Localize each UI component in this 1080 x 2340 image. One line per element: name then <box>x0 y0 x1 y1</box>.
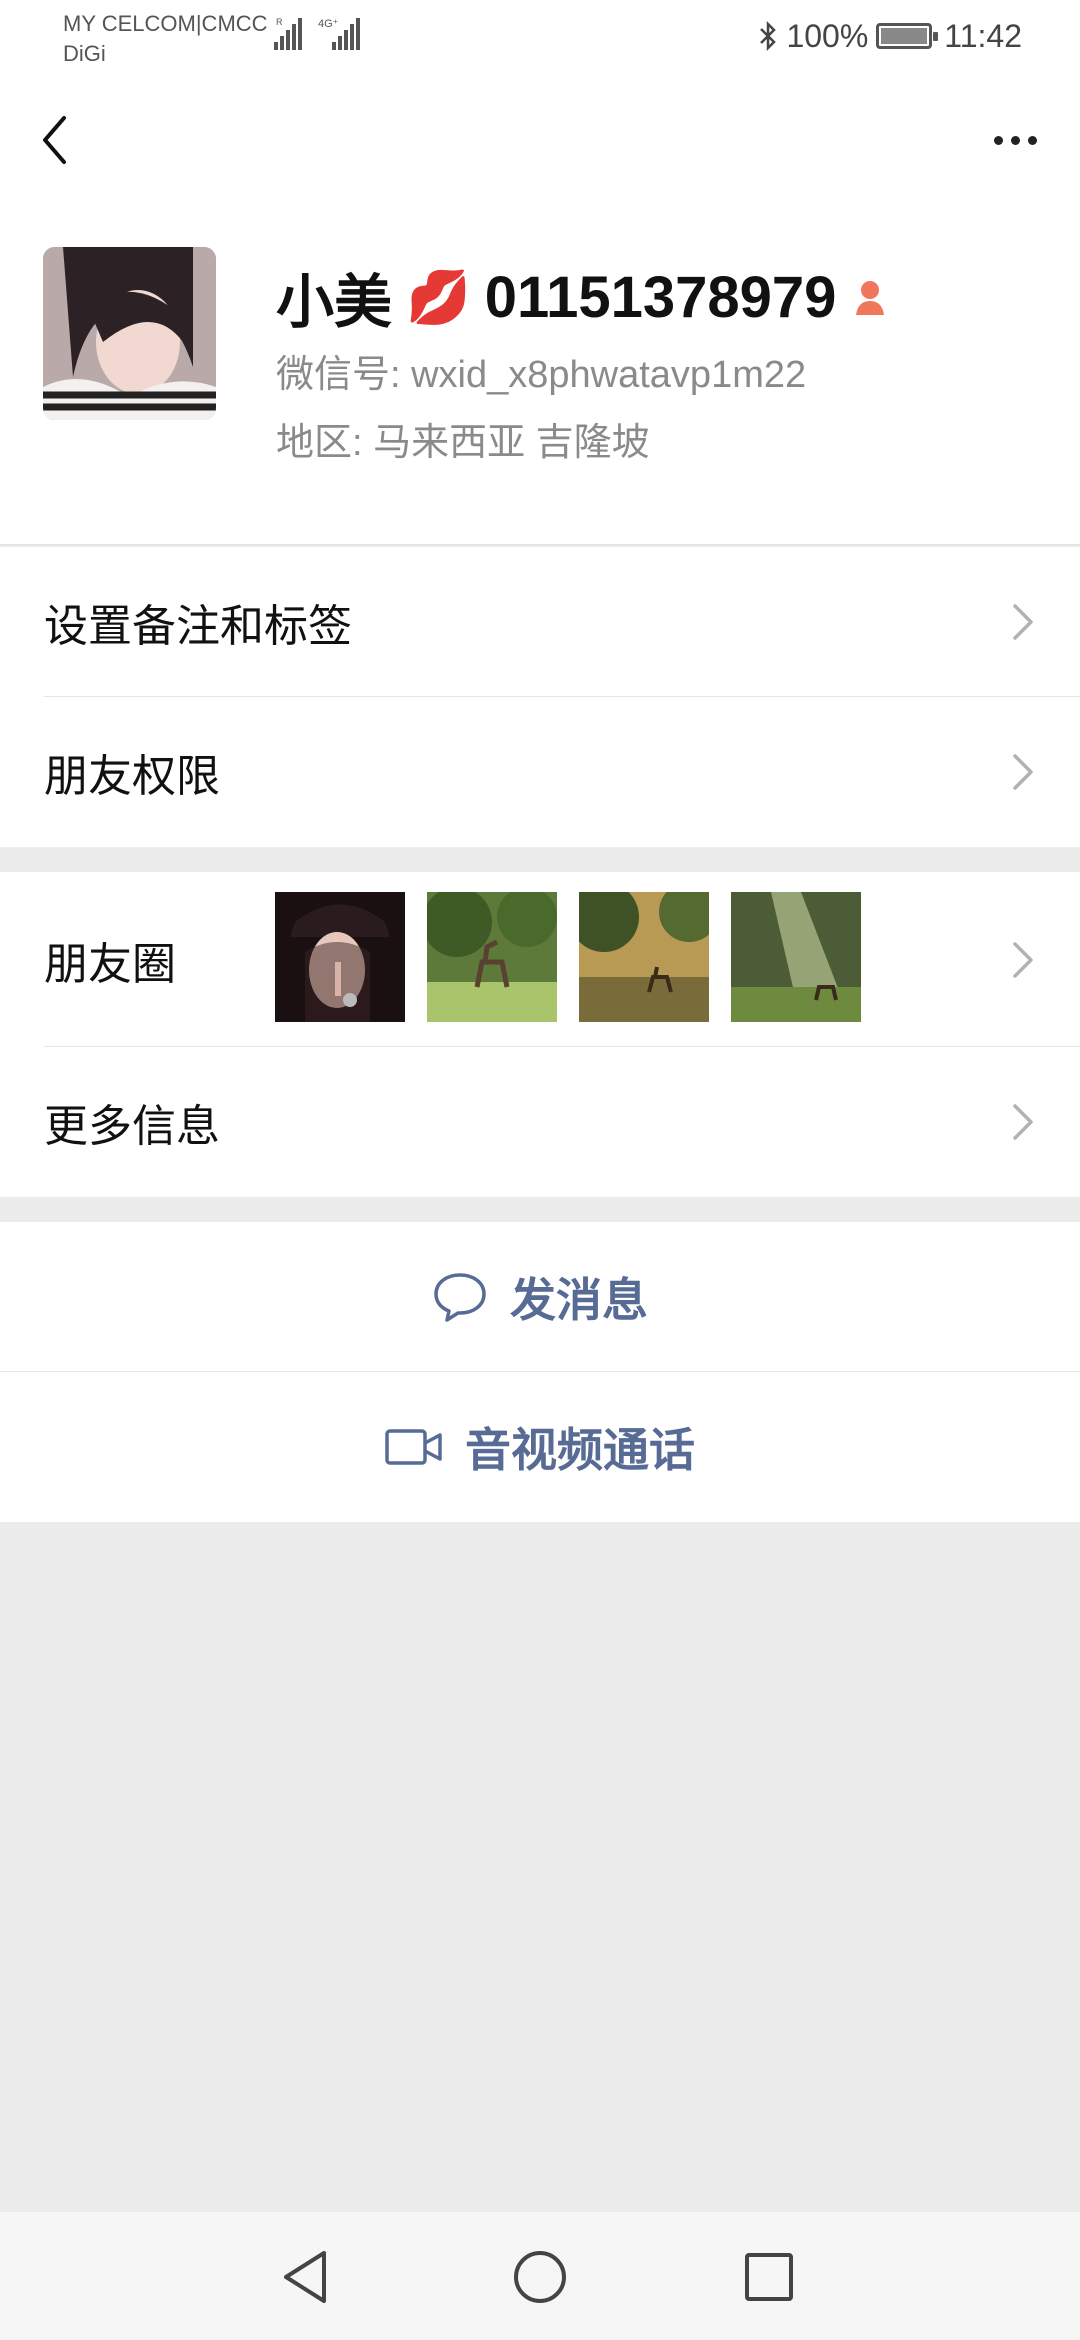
top-nav <box>0 75 1080 215</box>
send-message-label: 发消息 <box>510 1274 648 1326</box>
status-right: 100% 11:42 <box>758 16 1022 56</box>
moments-thumbnails <box>275 892 861 1022</box>
status-bar: MY CELCOM|CMCC DiGi R 4G⁺ 100% 11:42 <box>0 0 1080 75</box>
more-dot <box>1010 135 1020 145</box>
contact-name-prefix: 小美 <box>276 270 393 335</box>
moments-thumbnail[interactable] <box>427 892 557 1022</box>
battery-icon <box>876 23 939 49</box>
nav-back-button[interactable] <box>270 2242 340 2312</box>
carrier-line-1: MY CELCOM|CMCC <box>63 11 268 36</box>
chevron-right-icon <box>1013 604 1033 640</box>
wechat-id: 微信号: wxid_x8phwatavp1m22 <box>276 354 807 396</box>
send-message-button[interactable]: 发消息 <box>0 1222 1080 1372</box>
signal-strength-icon: R 4G⁺ <box>274 17 360 50</box>
square-recents-icon <box>745 2253 793 2301</box>
region: 地区: 马来西亚 吉隆坡 <box>276 422 650 464</box>
circle-home-icon <box>514 2251 566 2303</box>
avatar[interactable] <box>43 247 216 420</box>
chevron-right-icon <box>1013 1104 1033 1140</box>
avatar-image <box>43 247 216 420</box>
moments-label: 朋友圈 <box>44 939 176 989</box>
battery-percent: 100% <box>786 17 869 54</box>
triangle-back-icon <box>284 2251 326 2303</box>
friend-permissions-row[interactable]: 朋友权限 <box>0 697 1080 847</box>
more-info-label: 更多信息 <box>44 1102 220 1151</box>
nav-home-button[interactable] <box>505 2242 575 2312</box>
svg-text:4G⁺: 4G⁺ <box>318 18 339 30</box>
settings-section: 设置备注和标签 朋友权限 <box>0 547 1080 847</box>
video-call-label: 音视频通话 <box>465 1424 695 1476</box>
moments-thumbnail[interactable] <box>579 892 709 1022</box>
lips-emoji: 💋 <box>406 268 471 327</box>
carrier-line-2: DiGi <box>63 41 106 66</box>
contact-profile-screen: MY CELCOM|CMCC DiGi R 4G⁺ 100% 11:42 小美 … <box>0 0 1080 2340</box>
clock: 11:42 <box>944 17 1022 54</box>
friend-permissions-label: 朋友权限 <box>44 752 220 801</box>
chat-bubble-icon <box>434 1273 486 1322</box>
info-section: 朋友圈 更多信息 <box>0 872 1080 1197</box>
moments-row[interactable]: 朋友圈 <box>0 872 1080 1047</box>
remark-tags-row[interactable]: 设置备注和标签 <box>0 547 1080 697</box>
back-button[interactable] <box>30 105 80 175</box>
more-options-button[interactable] <box>980 115 1050 165</box>
actions-section: 发消息 音视频通话 <box>0 1222 1080 1522</box>
carrier-info: MY CELCOM|CMCC DiGi <box>63 9 268 69</box>
more-dots-icon <box>993 135 1003 145</box>
system-nav-bar <box>0 2212 1080 2340</box>
svg-text:R: R <box>276 17 283 27</box>
moments-thumbnail[interactable] <box>275 892 405 1022</box>
video-camera-icon <box>385 1429 442 1465</box>
contact-name-suffix: 01151378979 <box>484 264 837 330</box>
remark-tags-label: 设置备注和标签 <box>44 602 352 651</box>
more-dot <box>1027 135 1037 145</box>
profile-card: 小美 💋 01151378979 微信号: wxid_x8phwatavp1m2… <box>0 215 1080 545</box>
contact-name: 小美 💋 01151378979 <box>276 255 890 339</box>
video-call-button[interactable]: 音视频通话 <box>0 1372 1080 1522</box>
moments-thumbnail[interactable] <box>731 892 861 1022</box>
nav-recents-button[interactable] <box>734 2242 804 2312</box>
chevron-left-icon <box>43 116 66 164</box>
bluetooth-icon <box>760 20 777 52</box>
more-info-row[interactable]: 更多信息 <box>0 1047 1080 1197</box>
chevron-right-icon <box>1013 754 1033 790</box>
female-icon <box>856 281 885 315</box>
chevron-right-icon <box>1013 941 1033 978</box>
